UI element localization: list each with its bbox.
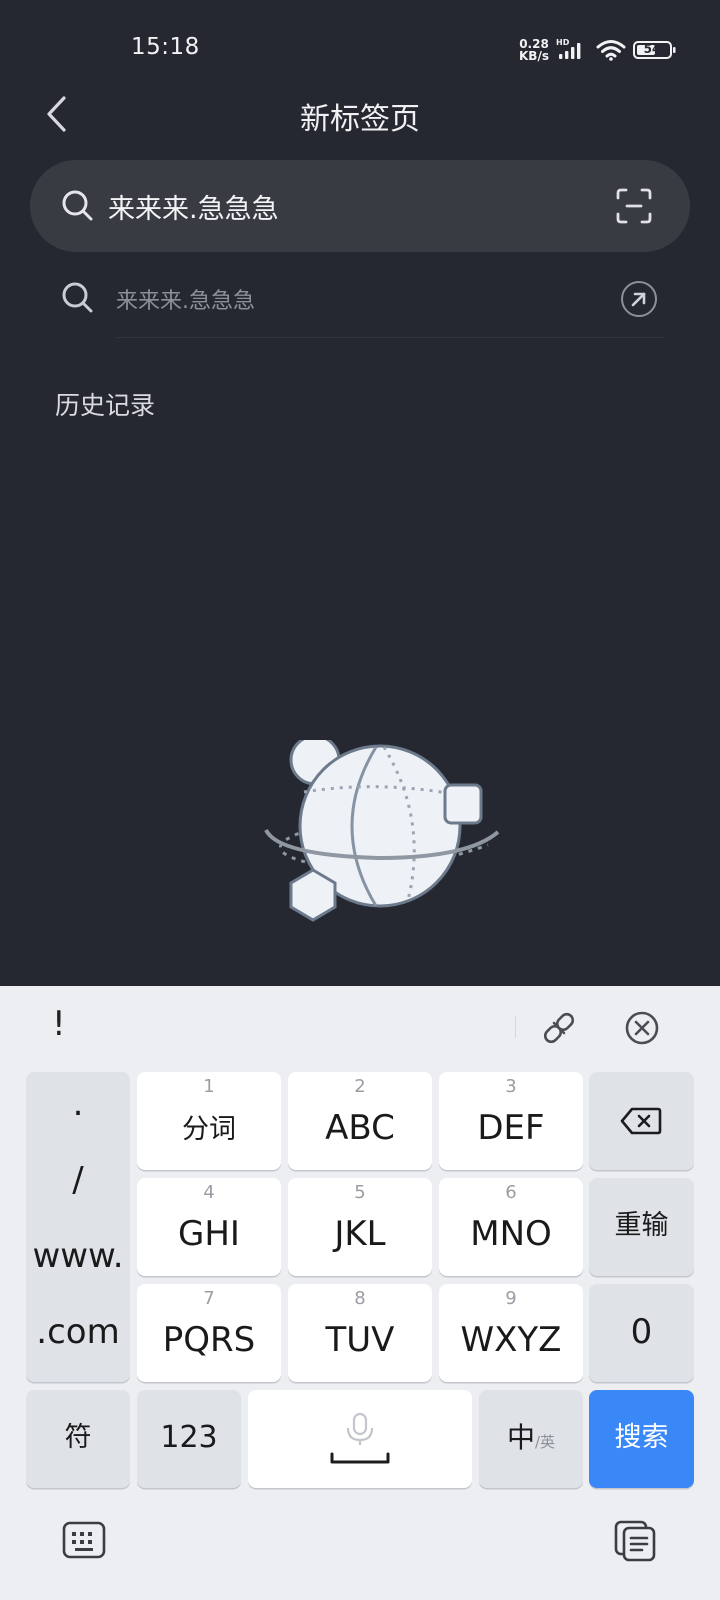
- key-label: PQRS: [162, 1320, 256, 1360]
- key-number: 2: [354, 1076, 366, 1097]
- key-number: 6: [505, 1182, 517, 1203]
- search-icon: [62, 190, 93, 221]
- history-title: 历史记录: [55, 391, 156, 420]
- key-4[interactable]: 4 GHI: [137, 1178, 281, 1276]
- key-label: TUV: [325, 1320, 395, 1360]
- key-number: 3: [505, 1076, 517, 1097]
- key-number: 1: [203, 1076, 215, 1097]
- key-0[interactable]: 0: [589, 1284, 694, 1382]
- lang-main: 中: [506, 1421, 535, 1454]
- reinput-key[interactable]: 重输: [589, 1178, 694, 1276]
- number-mode-key[interactable]: 123: [137, 1390, 241, 1488]
- suggestion-text: 来来来.急急急: [116, 289, 255, 314]
- key-label: GHI: [178, 1214, 240, 1254]
- key-1[interactable]: 1 分词: [137, 1072, 281, 1170]
- key-label: ABC: [325, 1108, 395, 1148]
- network-speed-unit: KB/s: [519, 49, 549, 63]
- key-label: MNO: [470, 1214, 552, 1254]
- network-speed: 0.28 KB/s: [519, 38, 549, 62]
- search-key[interactable]: 搜索: [589, 1390, 694, 1488]
- arrow-up-left-icon[interactable]: [620, 280, 658, 318]
- divider: [116, 337, 664, 338]
- key-2[interactable]: 2 ABC: [288, 1072, 432, 1170]
- globe-illustration: [264, 740, 500, 922]
- key-9[interactable]: 9 WXYZ: [439, 1284, 583, 1382]
- language-switch-key[interactable]: 中/英: [479, 1390, 583, 1488]
- key-label: JKL: [334, 1214, 386, 1254]
- key-number: 9: [505, 1288, 517, 1309]
- search-input[interactable]: [108, 186, 588, 226]
- key-number: 7: [203, 1288, 215, 1309]
- key-number: 4: [203, 1182, 215, 1203]
- lang-sub: /英: [534, 1433, 556, 1451]
- backspace-icon: [620, 1107, 662, 1135]
- scan-icon[interactable]: [614, 186, 654, 226]
- candidate-symbol[interactable]: !: [52, 1004, 66, 1044]
- key-number: 5: [354, 1182, 366, 1203]
- status-time: 15:18: [131, 34, 200, 60]
- key-label: 符: [64, 1422, 92, 1453]
- link-icon[interactable]: [539, 1008, 579, 1048]
- key-7[interactable]: 7 PQRS: [137, 1284, 281, 1382]
- symbol-com[interactable]: .com: [26, 1312, 130, 1352]
- symbol-key[interactable]: 符: [26, 1390, 130, 1488]
- symbol-www[interactable]: www.: [26, 1236, 130, 1276]
- battery-indicator: 54: [633, 40, 677, 60]
- wifi-icon: [596, 40, 626, 61]
- page-title: 新标签页: [300, 102, 420, 137]
- battery-level: 54: [643, 42, 661, 56]
- language-label: 中/英: [479, 1418, 583, 1462]
- backspace-key[interactable]: [589, 1072, 694, 1170]
- close-circle-icon[interactable]: [622, 1008, 662, 1048]
- key-label: 123: [160, 1420, 218, 1455]
- key-label: 0: [630, 1312, 653, 1352]
- toolbar-separator: [515, 1016, 516, 1038]
- key-label: 搜索: [614, 1422, 669, 1453]
- key-number: 8: [354, 1288, 366, 1309]
- key-label: WXYZ: [460, 1320, 562, 1360]
- keyboard-icon[interactable]: [62, 1520, 106, 1560]
- key-6[interactable]: 6 MNO: [439, 1178, 583, 1276]
- search-icon: [62, 282, 93, 313]
- key-label: 分词: [182, 1114, 236, 1145]
- clipboard-icon[interactable]: [614, 1518, 658, 1562]
- key-label: DEF: [477, 1108, 545, 1148]
- key-8[interactable]: 8 TUV: [288, 1284, 432, 1382]
- key-3[interactable]: 3 DEF: [439, 1072, 583, 1170]
- mic-icon: [330, 1412, 390, 1464]
- key-5[interactable]: 5 JKL: [288, 1178, 432, 1276]
- symbol-column[interactable]: . / www. .com: [26, 1072, 130, 1382]
- symbol-slash[interactable]: /: [26, 1160, 130, 1200]
- key-label: 重输: [614, 1210, 669, 1241]
- space-key[interactable]: [248, 1390, 472, 1488]
- signal-icon: [559, 43, 581, 59]
- symbol-dot[interactable]: .: [26, 1084, 130, 1124]
